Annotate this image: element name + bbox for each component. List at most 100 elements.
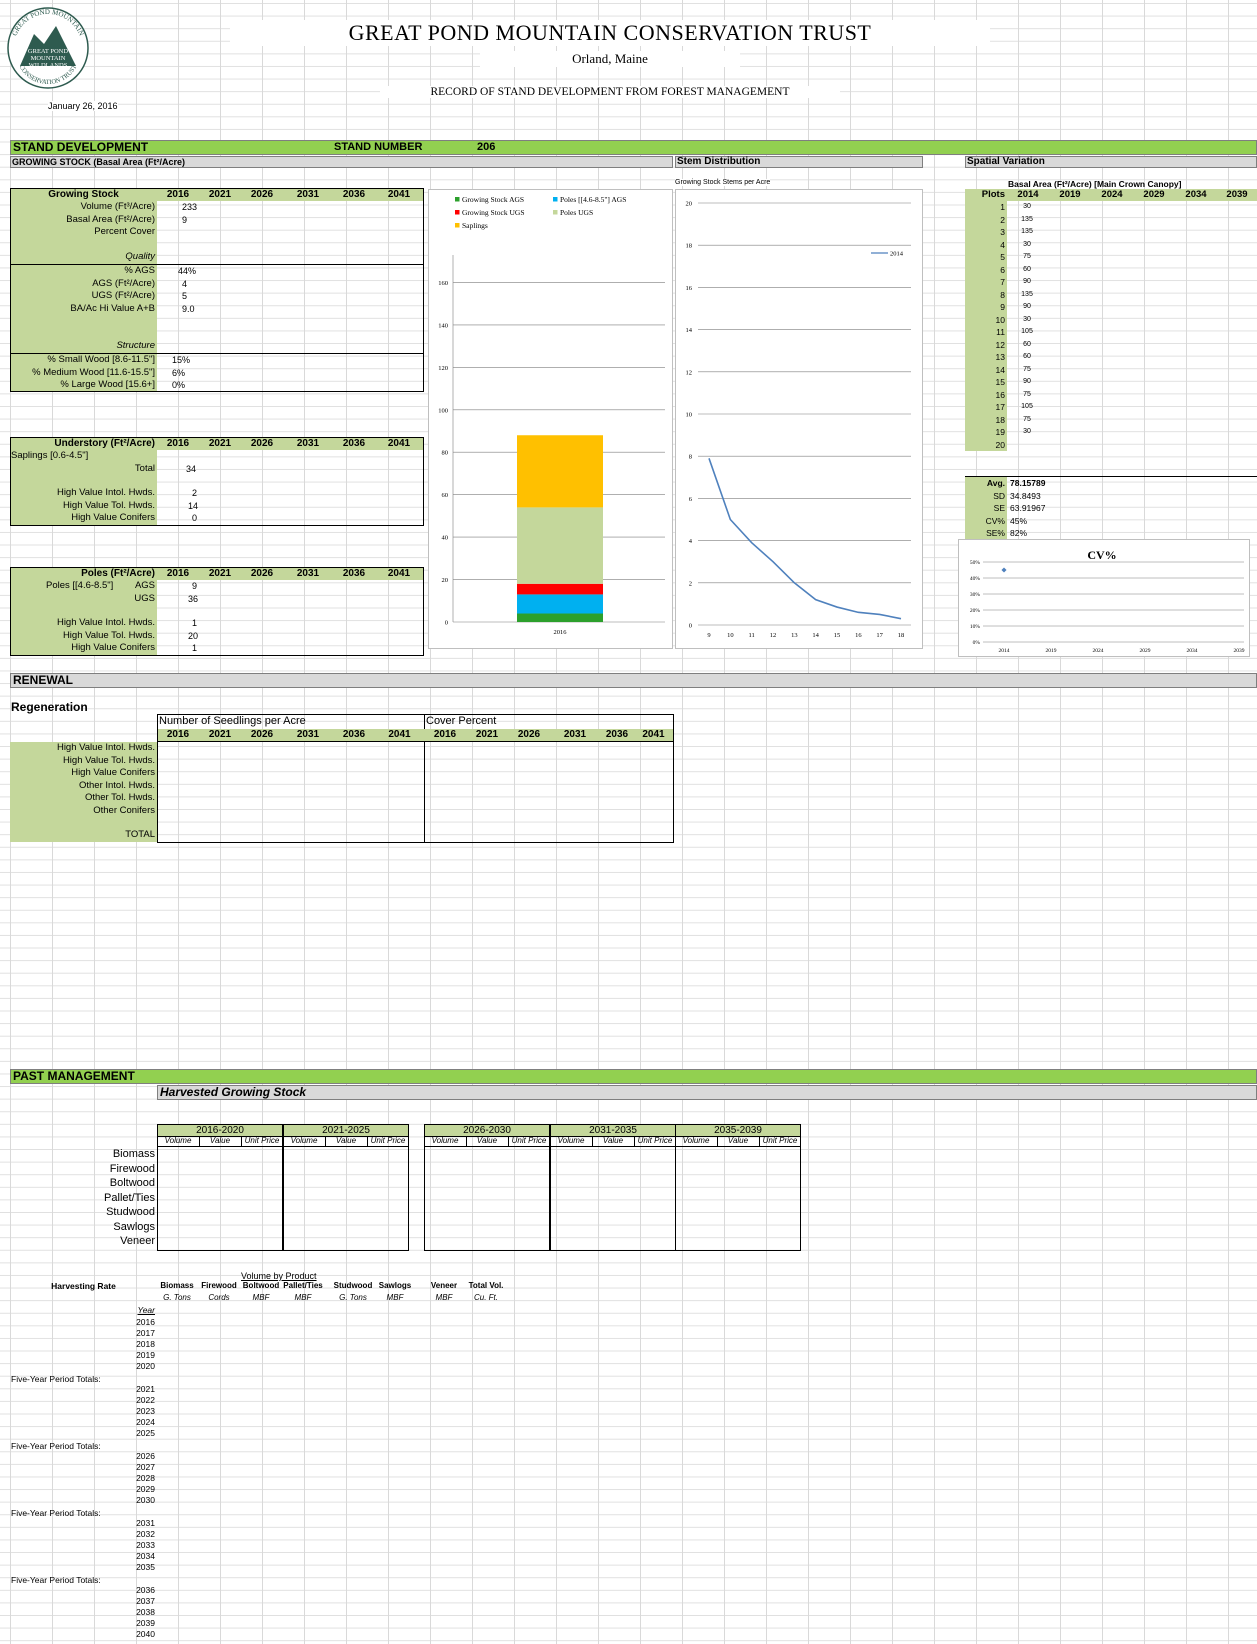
plots-header: Plots	[981, 189, 1005, 200]
row-label: Percent Cover	[94, 226, 155, 237]
spatial-title: Basal Area (Ft²/Acre) [Main Crown Canopy…	[1008, 179, 1182, 189]
harvest-product-label: Pallet/Ties	[104, 1191, 155, 1204]
harvest-year: 2025	[136, 1427, 155, 1438]
x-tick-label: 2034	[1187, 648, 1198, 654]
harvest-sub-header: Value	[335, 1136, 357, 1145]
volume-by-product-label: Volume by Product	[241, 1271, 317, 1281]
y-tick-label: 6	[689, 496, 693, 503]
y-tick-label: 100	[438, 407, 448, 414]
y-tick-label: 80	[442, 450, 449, 457]
stem-distribution-label: Stem Distribution	[677, 156, 761, 167]
plot-number: 6	[1000, 264, 1005, 275]
ags-value: 9	[192, 581, 198, 591]
rate-col-header: Pallet/Ties	[283, 1281, 323, 1290]
stacked-bar-chart-svg: 0 20 40 60 80 100 120 140 160 2016 Growing Stock A…	[438, 195, 665, 636]
spatial-variation-label: Spatial Variation	[967, 156, 1045, 167]
growing-stock-subheader: GROWING STOCK (Basal Area (Ft²/Acre)	[10, 156, 673, 168]
plot-number: 10	[995, 314, 1005, 325]
plot-number: 16	[995, 389, 1005, 400]
row-value: 1	[192, 618, 198, 628]
rate-col-unit: Cords	[208, 1293, 230, 1302]
stem-distribution-header: Stem Distribution	[675, 156, 923, 168]
period-total-label: Five-Year Period Totals:	[11, 1440, 101, 1451]
harvest-product-label: Boltwood	[109, 1177, 155, 1189]
bar-segment	[517, 435, 603, 508]
harvest-sub-header: Unit Price	[370, 1136, 406, 1145]
plot-value: 90	[1023, 303, 1031, 310]
row-value: 20	[188, 631, 199, 641]
plot-number: 4	[1000, 239, 1005, 250]
harvest-sub-header: Unit Price	[762, 1136, 798, 1145]
renewal-year-col: 2026	[250, 729, 274, 740]
stat-value: 82%	[1010, 528, 1028, 538]
spatial-header-row: Plots 2014 2019 2024 2029 2034 2039	[965, 189, 1257, 201]
row-label: High Value Conifers	[71, 512, 155, 523]
plot-value: 75	[1023, 253, 1031, 260]
plot-value: 105	[1021, 328, 1033, 335]
stat-label: SD	[993, 490, 1005, 501]
structure-label: Structure	[116, 340, 155, 351]
plot-value: 135	[1021, 215, 1033, 223]
legend-swatch	[553, 197, 558, 202]
plot-value: 90	[1023, 378, 1031, 385]
rate-col-unit: G. Tons	[163, 1293, 191, 1302]
harvest-sub-header: Value	[727, 1136, 749, 1145]
harvest-year: 2040	[136, 1628, 155, 1639]
stat-value: 63.91967	[1010, 503, 1046, 513]
row-value: 233	[182, 202, 198, 212]
plot-value: 60	[1023, 265, 1031, 273]
y-tick-label: 20	[686, 201, 693, 208]
harvest-sub-header: Volume	[164, 1136, 192, 1145]
plot-number: 12	[995, 339, 1005, 350]
legend-swatch	[553, 210, 558, 215]
renewal-year-col: 2026	[517, 729, 541, 740]
y-tick-label: 120	[438, 365, 448, 372]
plot-number: 19	[995, 427, 1005, 437]
harvest-year: 2024	[136, 1416, 155, 1427]
row-label: AGS (Ft²/Acre)	[92, 278, 155, 289]
stat-label: SE	[993, 503, 1005, 513]
row-value: 14	[188, 501, 199, 511]
harvest-year: 2029	[136, 1483, 155, 1494]
period-total-label: Five-Year Period Totals:	[11, 1574, 101, 1585]
harvest-sub-header: Volume	[290, 1136, 318, 1145]
row-value: 9	[182, 215, 188, 225]
harvest-product-label: Biomass	[112, 1148, 155, 1160]
cv-chart: CV% 0% 10% 20% 30% 40% 50% 2014 2019 2024 2029 2034…	[958, 539, 1250, 657]
renewal-row-label: Other Intol. Hwds.	[78, 779, 155, 791]
row-value: 5	[182, 291, 188, 301]
x-tick-label: 15	[834, 632, 841, 639]
y-tick-label: 20	[442, 577, 449, 584]
harvest-year: 2034	[136, 1550, 155, 1561]
rate-col-header: Sawlogs	[378, 1281, 412, 1290]
rate-col-unit: MBF	[386, 1293, 404, 1302]
row-value: 0	[192, 513, 198, 523]
plot-value: 75	[1023, 415, 1031, 423]
y-tick-label: 10	[686, 412, 693, 419]
y-tick-label: 30%	[970, 592, 981, 598]
x-tick-label: 17	[876, 632, 883, 639]
harvest-period-header: 2021-2025	[284, 1125, 408, 1136]
bar-segment	[517, 594, 603, 614]
stem-line-chart: 0 2 4 6 8 10 12 14 16 18 20 9 10 11 12 13 14 15 16 17 18 2014	[675, 189, 923, 649]
row-label: High Value Intol. Hwds.	[56, 487, 155, 498]
harvest-sub-header: Volume	[431, 1136, 459, 1145]
legend-label: Saplings	[462, 221, 488, 230]
plot-value: 30	[1023, 203, 1031, 210]
plot-number: 5	[1000, 252, 1005, 262]
ugs-label: UGS	[134, 593, 155, 604]
y-tick-label: 140	[438, 322, 448, 329]
row-value: 9.0	[182, 304, 195, 314]
renewal-year-col: 2036	[605, 729, 629, 740]
x-tick-label: 2014	[999, 648, 1010, 654]
harvest-year: 2038	[136, 1606, 155, 1617]
y-tick-label: 4	[689, 538, 693, 545]
svg-text:MOUNTAIN: MOUNTAIN	[31, 55, 66, 62]
row-label: Volume (Ft³/Acre)	[80, 201, 155, 212]
harvest-year: 2030	[136, 1494, 155, 1505]
renewal-bar: RENEWAL	[10, 673, 1257, 688]
period-total-label: Five-Year Period Totals:	[11, 1507, 101, 1518]
plot-number: 1	[1000, 202, 1005, 212]
row-label: High Value Tol. Hwds.	[62, 500, 155, 511]
stacked-bar-chart: 0 20 40 60 80 100 120 140 160 2016 Growing Stock A…	[428, 189, 673, 649]
